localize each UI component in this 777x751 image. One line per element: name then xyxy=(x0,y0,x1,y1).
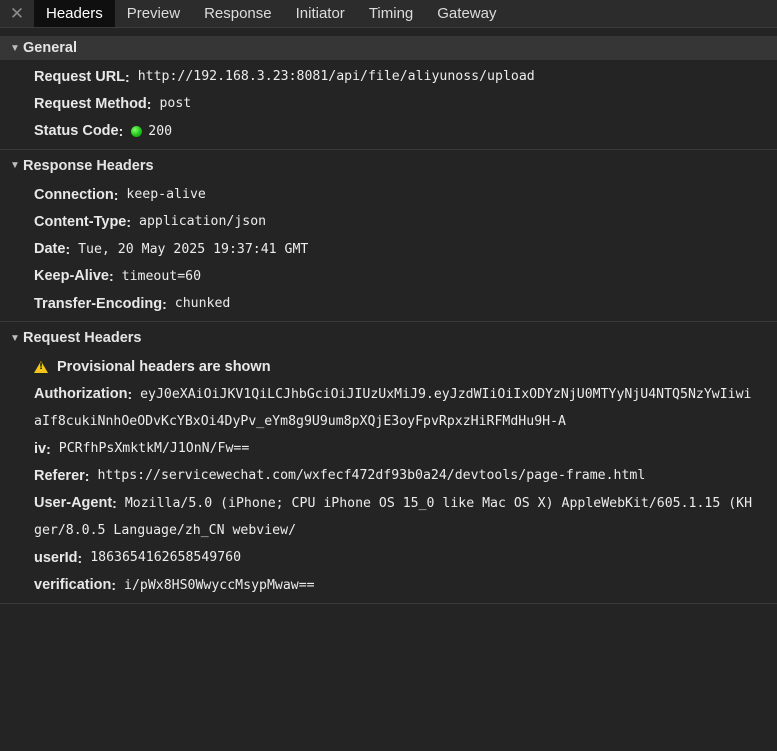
tab-gateway[interactable]: Gateway xyxy=(425,0,508,27)
header-row-content-type: Content-Type: application/json xyxy=(34,213,267,230)
header-value: chunked xyxy=(174,296,231,312)
provisional-headers-warning: Provisional headers are shown xyxy=(0,353,777,380)
response-headers-section: ▼ Response Headers Connection: keep-aliv… xyxy=(0,154,777,323)
header-row-verification: verification: i/pWx8HS0WwyccMsypMwaw== xyxy=(34,577,315,594)
close-icon[interactable]: ✕ xyxy=(0,0,34,27)
header-row-transfer-encoding: Transfer-Encoding: chunked xyxy=(34,295,231,312)
header-row-keep-alive: Keep-Alive: timeout=60 xyxy=(34,268,202,285)
header-key: Request URL xyxy=(34,68,126,85)
request-headers-section-header[interactable]: ▼ Request Headers xyxy=(0,326,777,350)
response-headers-section-title: Response Headers xyxy=(23,157,154,174)
triangle-down-icon: ▼ xyxy=(10,332,20,344)
request-headers-section: ▼ Request Headers Provisional headers ar… xyxy=(0,326,777,604)
header-value: i/pWx8HS0WwyccMsypMwaw== xyxy=(124,577,315,593)
header-key: Transfer-Encoding xyxy=(34,295,163,312)
header-value: https://servicewechat.com/wxfecf472df93b… xyxy=(97,468,646,484)
warning-icon xyxy=(34,360,48,373)
header-value: eyJ0eXAiOiJKV1QiLCJhbGciOiJIUzUxMiJ9.eyJ… xyxy=(140,386,752,402)
headers-panel: ▼ General Request URL: http://192.168.3.… xyxy=(0,28,777,750)
general-section-title: General xyxy=(23,40,77,56)
tab-timing[interactable]: Timing xyxy=(357,0,425,27)
header-key: iv xyxy=(34,440,47,457)
header-row-referer: Referer: https://servicewechat.com/wxfec… xyxy=(34,467,646,484)
response-headers-section-header[interactable]: ▼ Response Headers xyxy=(0,154,777,178)
header-row-authorization-continued: aIf8cukiNnhOeODvKcYBxOi4DyPv_eYm8g9U9um8… xyxy=(0,408,777,435)
header-value: keep-alive xyxy=(126,187,206,203)
header-row-user-agent: User-Agent: Mozilla/5.0 (iPhone; CPU iPh… xyxy=(34,495,753,512)
header-key: Keep-Alive xyxy=(34,268,109,285)
header-value: PCRfhPsXmktkM/J1OnN/Fw== xyxy=(58,441,250,457)
header-row-authorization: Authorization: eyJ0eXAiOiJKV1QiLCJhbGciO… xyxy=(34,386,752,403)
header-key: Request Method xyxy=(34,95,147,112)
header-key: User-Agent xyxy=(34,495,113,512)
header-value: 1863654162658549760 xyxy=(90,550,242,566)
request-headers-section-title: Request Headers xyxy=(23,330,142,347)
header-row-request-method: Request Method: post xyxy=(34,95,192,112)
header-row-iv: iv: PCRfhPsXmktkM/J1OnN/Fw== xyxy=(34,440,250,457)
status-success-icon xyxy=(131,125,143,137)
header-row-user-agent-continued: ger/8.0.5 Language/zh_CN webview/ xyxy=(0,517,777,544)
header-value: application/json xyxy=(139,214,267,230)
triangle-down-icon: ▼ xyxy=(10,160,20,172)
header-row-userid: userId: 1863654162658549760 xyxy=(34,549,242,566)
general-section: ▼ General Request URL: http://192.168.3.… xyxy=(0,36,777,150)
general-section-header[interactable]: ▼ General xyxy=(0,36,777,60)
header-key: verification xyxy=(34,577,112,594)
header-key: Date xyxy=(34,241,66,258)
header-row-connection: Connection: keep-alive xyxy=(34,186,206,203)
header-value: timeout=60 xyxy=(121,268,202,284)
header-value-continued: ger/8.0.5 Language/zh_CN webview/ xyxy=(34,523,297,538)
tab-initiator[interactable]: Initiator xyxy=(284,0,357,27)
header-value: Mozilla/5.0 (iPhone; CPU iPhone OS 15_0 … xyxy=(124,495,753,511)
header-value: Tue, 20 May 2025 19:37:41 GMT xyxy=(78,241,309,257)
header-key: Referer xyxy=(34,467,85,484)
devtools-tab-bar: ✕ Headers Preview Response Initiator Tim… xyxy=(0,0,777,28)
header-key: userId xyxy=(34,549,78,566)
header-key: Connection xyxy=(34,186,114,203)
header-value-continued: aIf8cukiNnhOeODvKcYBxOi4DyPv_eYm8g9U9um8… xyxy=(34,413,566,429)
header-value: 200 xyxy=(148,123,173,139)
triangle-down-icon: ▼ xyxy=(10,42,20,54)
header-row-status-code: Status Code: 200 xyxy=(34,123,173,140)
header-row-date: Date: Tue, 20 May 2025 19:37:41 GMT xyxy=(34,241,309,258)
tab-preview[interactable]: Preview xyxy=(115,0,192,27)
header-value: http://192.168.3.23:8081/api/file/aliyun… xyxy=(137,69,535,85)
header-row-request-url: Request URL: http://192.168.3.23:8081/ap… xyxy=(34,68,535,85)
tab-response[interactable]: Response xyxy=(192,0,284,27)
header-key: Status Code xyxy=(34,123,119,140)
warning-text: Provisional headers are shown xyxy=(57,358,271,375)
header-value: post xyxy=(159,96,192,112)
header-key: Authorization xyxy=(34,386,128,403)
header-key: Content-Type xyxy=(34,213,127,230)
tab-headers[interactable]: Headers xyxy=(34,0,115,27)
